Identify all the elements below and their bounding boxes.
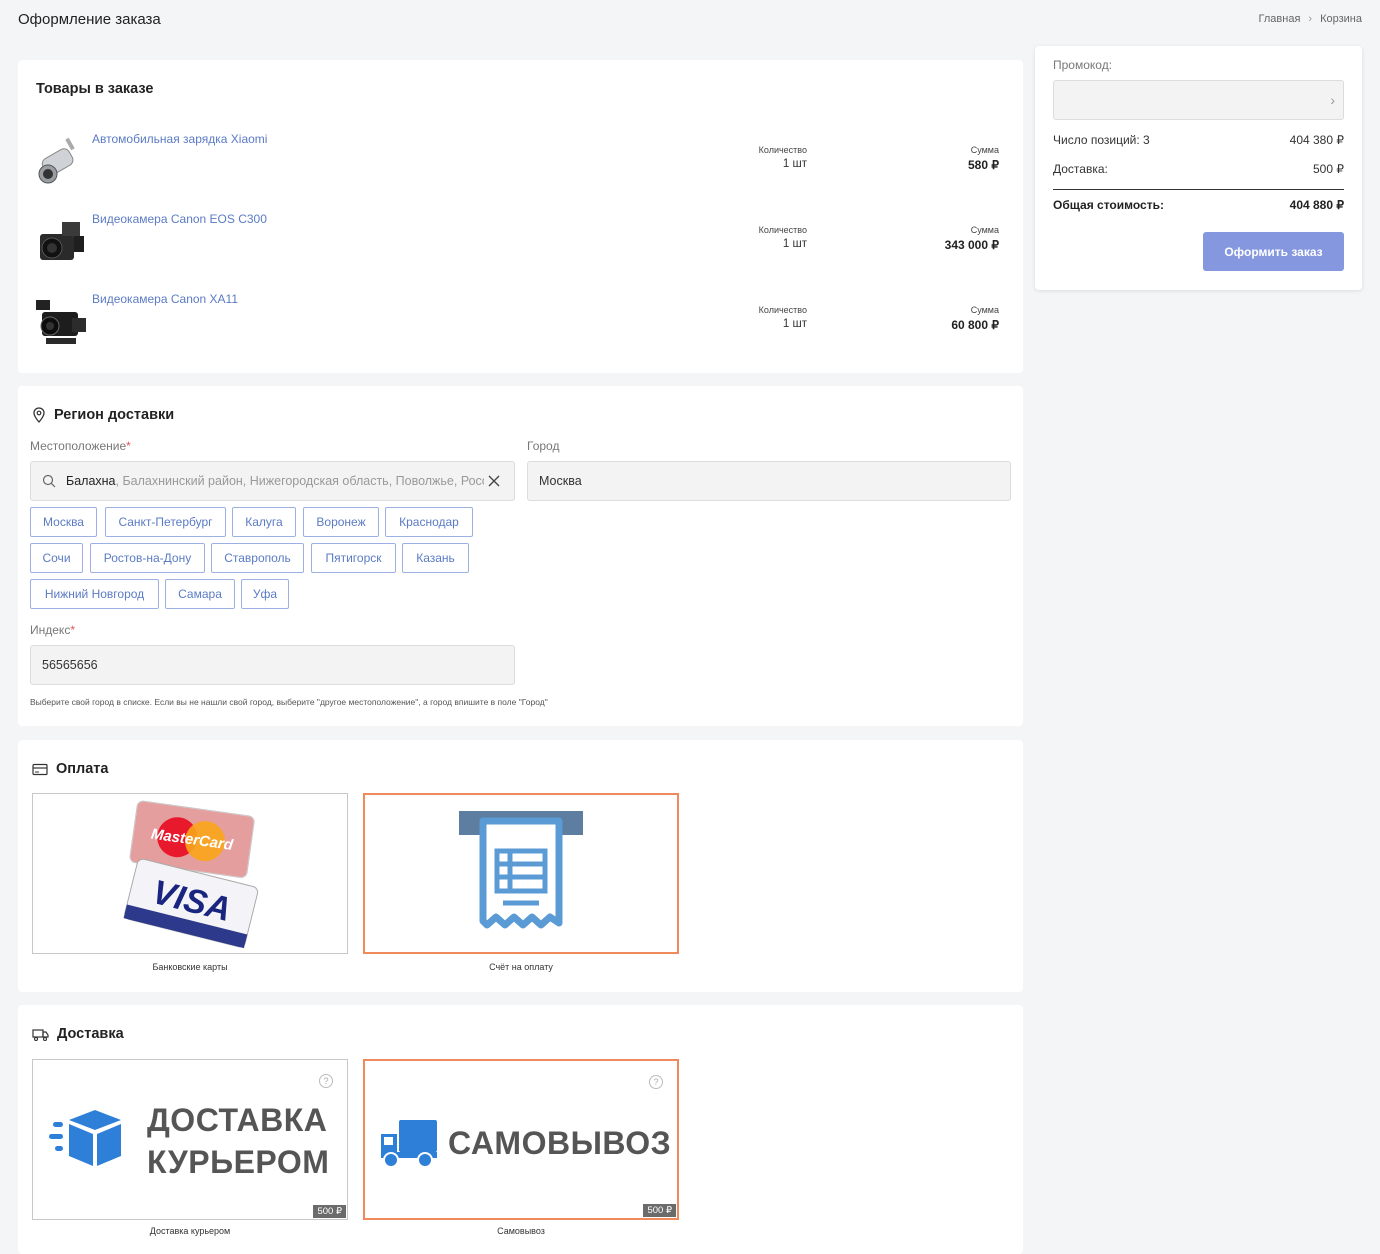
location-value: Балахна — [66, 474, 116, 488]
city-chip[interactable]: Самара — [165, 579, 235, 609]
payment-title-text: Оплата — [56, 761, 109, 777]
sum-value: 60 800 ₽ — [951, 318, 999, 332]
location-label: Местоположение* — [30, 439, 131, 453]
total-label: Общая стоимость: — [1053, 198, 1164, 212]
promo-input[interactable]: › — [1053, 80, 1344, 120]
location-value-rest: , Балахнинский район, Нижегородская обла… — [115, 474, 484, 488]
qty-value: 1 шт — [782, 318, 807, 330]
region-title-text: Регион доставки — [54, 407, 175, 423]
sum-label: Сумма — [970, 225, 999, 235]
payment-option-caption: Счёт на оплату — [489, 962, 553, 972]
delivery-row: Доставка: 500 ₽ — [1053, 162, 1344, 176]
city-chip[interactable]: Уфа — [241, 579, 289, 609]
camcorder-image — [36, 300, 86, 344]
courier-text-line1: ДОСТАВКА — [147, 1102, 328, 1138]
positions-row: Число позиций: 3 404 380 ₽ — [1053, 133, 1344, 147]
location-pin-icon — [33, 407, 45, 423]
qty-value: 1 шт — [782, 158, 807, 170]
chevron-right-icon: › — [1308, 13, 1313, 25]
courier-box-icon — [49, 1110, 121, 1166]
payment-title: Оплата — [32, 761, 108, 777]
total-row: Общая стоимость: 404 880 ₽ — [1053, 198, 1344, 212]
delivery-option-courier[interactable]: ДОСТАВКА КУРЬЕРОМ ? 500 ₽ — [32, 1059, 348, 1220]
delivery-card: Доставка ДОСТАВКА КУРЬЕРОМ ? 500 ₽ Доста… — [18, 1005, 1023, 1254]
delivery-label: Доставка: — [1053, 162, 1108, 176]
qty-label: Количество — [758, 225, 807, 235]
sum-label: Сумма — [970, 305, 999, 315]
payment-card: Оплата MasterCard VISA Банковские карты — [18, 740, 1023, 992]
index-label: Индекс* — [30, 623, 75, 637]
city-chip[interactable]: Москва — [30, 507, 97, 537]
close-icon[interactable] — [488, 475, 500, 487]
delivery-title-text: Доставка — [57, 1026, 124, 1042]
search-icon — [42, 474, 56, 488]
location-input[interactable]: Балахна, Балахнинский район, Нижегородск… — [30, 461, 515, 501]
breadcrumb-home[interactable]: Главная — [1259, 13, 1301, 25]
order-item: Автомобильная зарядка Xiaomi Количество … — [18, 122, 1023, 202]
help-icon[interactable]: ? — [649, 1075, 663, 1089]
index-input[interactable]: 56565656 — [30, 645, 515, 685]
item-name[interactable]: Автомобильная зарядка Xiaomi — [92, 132, 267, 146]
payment-option-invoice[interactable] — [363, 793, 679, 954]
price-tag: 500 ₽ — [313, 1205, 346, 1218]
order-summary-card: Промокод: › Число позиций: 3 404 380 ₽ Д… — [1035, 46, 1362, 290]
divider — [1053, 189, 1344, 190]
pickup-text: САМОВЫВОЗ — [448, 1125, 672, 1161]
city-chip[interactable]: Ростов-на-Дону — [90, 543, 205, 573]
city-chip[interactable]: Калуга — [232, 507, 296, 537]
truck-icon — [381, 1120, 437, 1168]
region-title: Регион доставки — [32, 407, 174, 423]
order-items-title: Товары в заказе — [36, 81, 154, 97]
delivery-title: Доставка — [32, 1026, 124, 1042]
credit-card-icon — [32, 763, 48, 775]
receipt-icon — [459, 811, 583, 929]
city-chip[interactable]: Пятигорск — [311, 543, 396, 573]
city-chip[interactable]: Казань — [402, 543, 469, 573]
chevron-right-icon[interactable]: › — [1330, 92, 1335, 108]
city-chip[interactable]: Краснодар — [385, 507, 473, 537]
page-title: Оформление заказа — [18, 11, 161, 28]
order-item: Видеокамера Canon EOS C300 Количество 1 … — [18, 202, 1023, 282]
sum-label: Сумма — [970, 145, 999, 155]
region-card: Регион доставки Местоположение* Балахна,… — [18, 386, 1023, 726]
help-icon[interactable]: ? — [319, 1074, 333, 1088]
delivery-option-pickup[interactable]: САМОВЫВОЗ ? 500 ₽ — [363, 1059, 679, 1220]
delivery-option-caption: Доставка курьером — [149, 1226, 231, 1236]
order-item: Видеокамера Canon XA11 Количество 1 шт С… — [18, 282, 1023, 362]
total-value: 404 880 ₽ — [1289, 198, 1344, 212]
payment-option-cards[interactable]: MasterCard VISA — [32, 793, 348, 954]
city-chip[interactable]: Санкт-Петербург — [105, 507, 226, 537]
positions-label: Число позиций: 3 — [1053, 133, 1150, 147]
payment-option-caption: Банковские карты — [152, 962, 228, 972]
qty-label: Количество — [758, 305, 807, 315]
positions-value: 404 380 ₽ — [1289, 133, 1344, 147]
bank-cards-image: MasterCard VISA — [123, 800, 259, 949]
courier-text-line2: КУРЬЕРОМ — [147, 1144, 330, 1180]
delivery-option-caption: Самовывоз — [497, 1226, 545, 1236]
submit-order-button[interactable]: Оформить заказ — [1203, 232, 1344, 271]
qty-label: Количество — [758, 145, 807, 155]
item-name[interactable]: Видеокамера Canon XA11 — [92, 292, 238, 306]
sum-value: 580 ₽ — [968, 158, 999, 172]
promo-label: Промокод: — [1053, 58, 1113, 72]
qty-value: 1 шт — [782, 238, 807, 250]
car-charger-image — [38, 137, 75, 184]
location-hint: Выберите свой город в списке. Если вы не… — [30, 697, 548, 707]
camcorder-image — [40, 222, 84, 260]
city-chip[interactable]: Сочи — [30, 543, 83, 573]
price-tag: 500 ₽ — [643, 1204, 676, 1217]
city-chip[interactable]: Ставрополь — [211, 543, 304, 573]
delivery-value: 500 ₽ — [1313, 162, 1344, 176]
truck-icon — [32, 1028, 49, 1041]
order-items-card: Товары в заказе Автомобильная зарядка Xi… — [18, 60, 1023, 373]
breadcrumb: Главная › Корзина — [1259, 13, 1362, 25]
item-name[interactable]: Видеокамера Canon EOS C300 — [92, 212, 267, 226]
city-chip[interactable]: Нижний Новгород — [30, 579, 159, 609]
city-label: Город — [527, 439, 560, 453]
sum-value: 343 000 ₽ — [944, 238, 999, 252]
breadcrumb-current: Корзина — [1320, 13, 1362, 25]
city-input[interactable]: Москва — [527, 461, 1011, 501]
city-chip[interactable]: Воронеж — [303, 507, 379, 537]
